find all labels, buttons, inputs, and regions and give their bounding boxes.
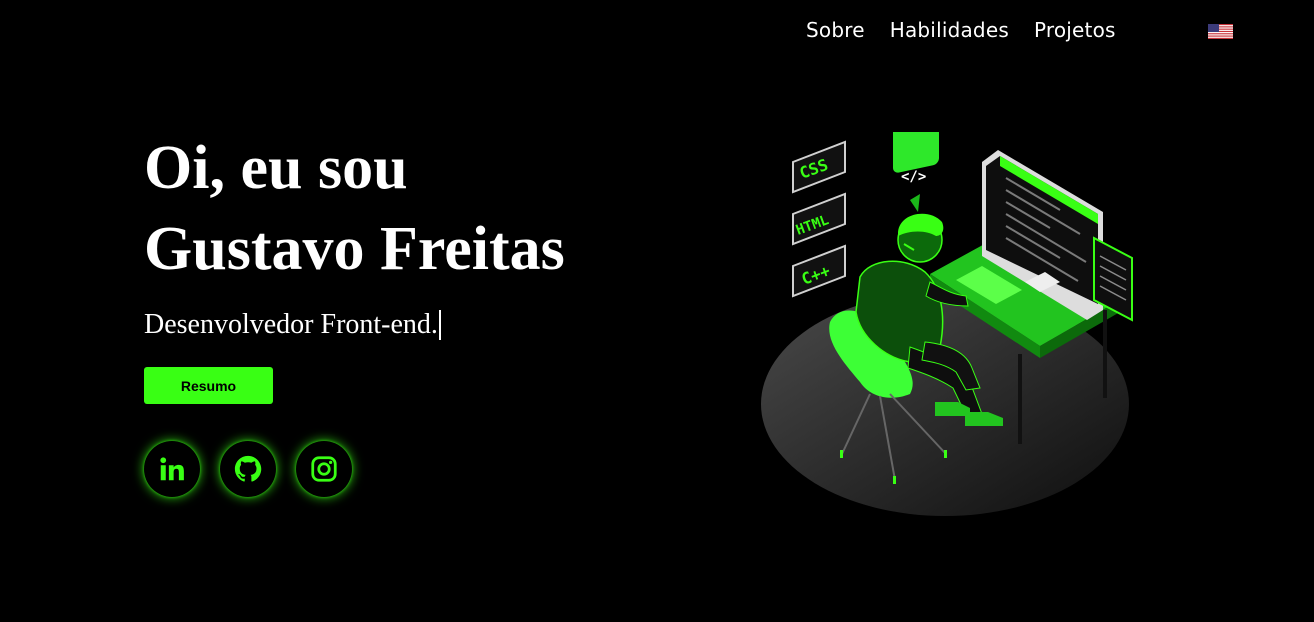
main-nav: Sobre Habilidades Projetos (806, 18, 1116, 42)
us-flag-icon[interactable] (1208, 24, 1233, 39)
typing-cursor (438, 310, 441, 340)
nav-link-sobre[interactable]: Sobre (806, 18, 865, 42)
hero-title: Oi, eu sou Gustavo Freitas (144, 128, 565, 290)
developer-illustration: CSS HTML C++ </> (761, 132, 1133, 516)
linkedin-link[interactable] (144, 441, 200, 497)
code-badge: </> (893, 132, 939, 212)
hero-subtitle-text: Desenvolvedor Front-end. (144, 309, 438, 340)
instagram-link[interactable] (296, 441, 352, 497)
instagram-icon (311, 456, 337, 482)
skill-tag-cpp: C++ (792, 244, 846, 298)
nav-link-habilidades[interactable]: Habilidades (890, 18, 1009, 42)
github-link[interactable] (220, 441, 276, 497)
hero-title-line2: Gustavo Freitas (144, 215, 565, 283)
hero-subtitle: Desenvolvedor Front-end. (144, 309, 441, 341)
skill-tag-css: CSS (792, 140, 846, 194)
resume-button[interactable]: Resumo (144, 367, 273, 404)
code-badge-label: </> (901, 169, 926, 185)
skill-tag-html: HTML (792, 192, 846, 246)
social-links (144, 441, 352, 497)
nav-link-projetos[interactable]: Projetos (1034, 18, 1116, 42)
hero-title-line1: Oi, eu sou (144, 134, 408, 202)
github-icon (234, 455, 262, 482)
linkedin-icon (160, 457, 184, 481)
